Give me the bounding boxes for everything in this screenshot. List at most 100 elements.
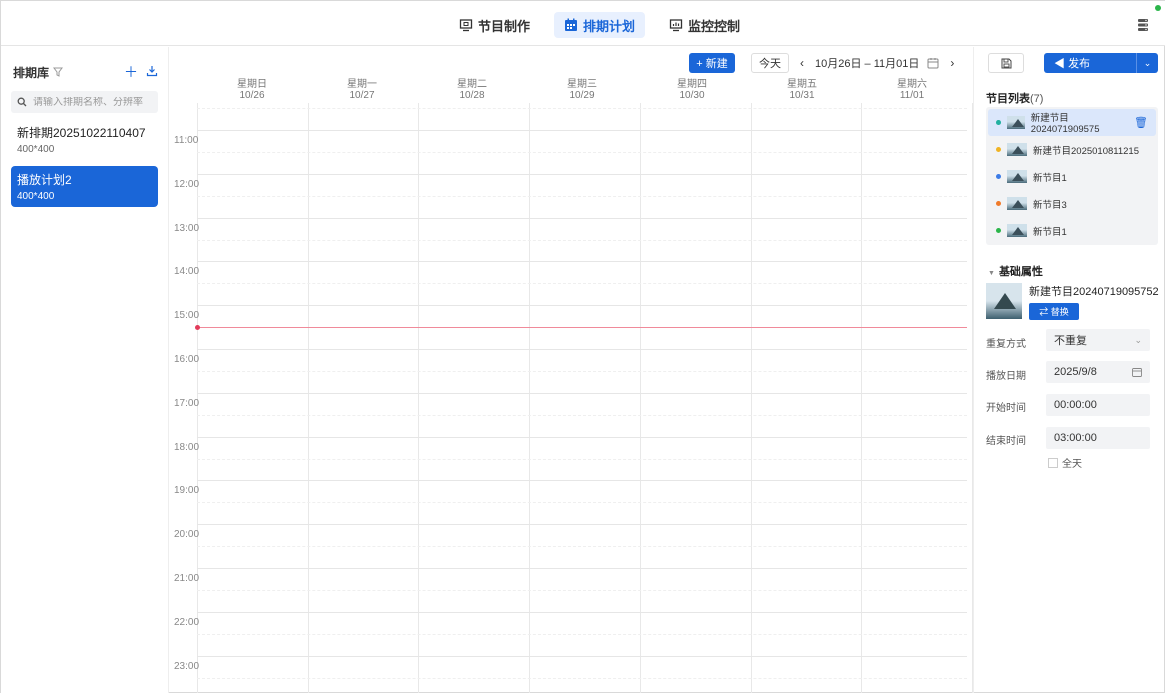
collapse-caret-icon: ▼ [988, 270, 995, 277]
program-count: (7) [1030, 93, 1044, 105]
repeat-mode-select[interactable]: 不重复 ⌄ [1046, 329, 1150, 351]
program-list-item[interactable]: 新节目1 [988, 163, 1156, 190]
half-hour-line [197, 546, 967, 548]
schedule-search[interactable] [11, 91, 158, 113]
hour-line [197, 305, 967, 307]
current-time-dot [195, 325, 200, 331]
day-column-divider [750, 103, 752, 693]
hour-line [197, 130, 967, 131]
repeat-mode-value: 不重复 [1054, 335, 1087, 347]
hour-line [197, 611, 967, 613]
end-time-field[interactable]: 03:00:00 [1046, 427, 1150, 449]
weekday-label: 星期五 [787, 79, 817, 90]
half-hour-line [197, 108, 967, 110]
date-label: 10/28 [459, 90, 485, 101]
day-header: 星期五 10/31 [747, 77, 857, 103]
hour-label: 14:00 [174, 266, 200, 278]
end-time-label: 结束时间 [986, 436, 1026, 447]
program-list-item[interactable]: 新节目1 [988, 217, 1156, 244]
program-thumbnail [986, 283, 1022, 319]
program-name: 新建节目2025010811215 [1033, 145, 1139, 157]
program-list-item[interactable]: 新建节目2025010811215 [988, 136, 1156, 163]
hour-line [197, 568, 967, 569]
weekday-label: 星期六 [897, 79, 927, 90]
half-hour-line [197, 414, 967, 416]
today-button[interactable]: 今天 [751, 53, 789, 73]
weekday-label: 星期四 [677, 79, 707, 90]
save-button[interactable] [988, 53, 1024, 73]
program-name: 新建节目2024071909575 [1030, 113, 1100, 135]
publish-dropdown-button[interactable]: ⌄ [1136, 53, 1158, 73]
hour-label: 13:00 [174, 222, 200, 234]
schedule-name: 新排期20251022110407 [17, 126, 146, 140]
weekday-label: 星期日 [237, 79, 267, 90]
schedule-item-selected[interactable]: 播放计划2 400*400 [11, 166, 158, 207]
hour-line [197, 436, 967, 438]
date-range-nav: ‹ 10月26日 – 11月01日 › [797, 53, 957, 73]
day-column-divider [307, 103, 309, 693]
sidebar-title-text: 排期库 [13, 65, 50, 80]
half-hour-line [197, 370, 967, 372]
new-button[interactable]: + 新建 [689, 53, 735, 73]
weekday-label: 星期二 [457, 79, 487, 90]
hour-label: 19:00 [174, 485, 200, 497]
date-label: 10/29 [569, 90, 595, 101]
search-input[interactable] [33, 96, 153, 108]
time-grid[interactable]: 11:00 12:00 13:00 14:00 15:00 16:00 17:00 18:00… [171, 103, 973, 693]
replace-button[interactable]: ⇄ 替换 [1029, 303, 1079, 320]
date-range-label: 10月26日 – 11月01日 [815, 58, 920, 70]
publish-button[interactable]: ◀ 发布 [1044, 53, 1136, 73]
calendar-icon [565, 18, 578, 31]
play-date-picker[interactable]: 2025/9/8 [1046, 361, 1150, 383]
publish-split-button: ◀ 发布 ⌄ [1044, 53, 1158, 73]
calendar-picker-icon[interactable] [927, 57, 939, 69]
tab-schedule-plan[interactable]: 排期计划 [554, 12, 646, 38]
search-icon [17, 97, 27, 107]
start-time-field[interactable]: 00:00:00 [1046, 394, 1150, 416]
server-menu-icon[interactable] [1136, 17, 1150, 33]
prev-week-button[interactable]: ‹ [797, 56, 807, 70]
hour-label: 20:00 [174, 529, 200, 541]
program-color-dot [996, 120, 1001, 125]
program-thumbnail [1007, 143, 1027, 156]
schedule-name: 播放计划2 [17, 173, 72, 187]
program-name: 新建节目20240719095752 [1029, 286, 1159, 298]
tab-program-production[interactable]: 节目制作 [449, 12, 540, 38]
save-icon [1001, 58, 1011, 68]
checkbox-box[interactable] [1048, 457, 1058, 468]
day-header: 星期日 10/26 [197, 77, 307, 103]
schedule-item[interactable]: 新排期20251022110407 400*400 [11, 119, 158, 160]
tab-monitor-control[interactable]: 监控控制 [659, 12, 750, 38]
program-name: 新节目1 [1033, 226, 1067, 238]
hour-label: 16:00 [174, 354, 200, 365]
next-week-button[interactable]: › [947, 56, 957, 70]
day-header: 星期二 10/28 [417, 77, 527, 103]
main-nav: 节目制作 排期计划 监控控制 [449, 12, 750, 38]
repeat-mode-label: 重复方式 [986, 339, 1026, 350]
date-label: 11/01 [899, 90, 925, 101]
day-header: 星期三 10/29 [527, 77, 637, 103]
filter-icon[interactable] [53, 67, 64, 77]
program-name: 新节目3 [1033, 199, 1067, 211]
basic-properties-header[interactable]: ▼ 基础属性 [988, 263, 1043, 279]
hour-label: 22:00 [174, 616, 200, 628]
day-column-divider [529, 103, 531, 693]
end-time-value: 03:00:00 [1054, 432, 1097, 444]
sidebar-header: 排期库 ＋ [1, 47, 168, 83]
import-icon[interactable] [146, 65, 158, 77]
day-header: 星期一 10/27 [307, 77, 417, 103]
publish-label: 发布 [1068, 58, 1091, 70]
tab-label: 排期计划 [583, 18, 636, 34]
program-list-item[interactable]: 新节目3 [988, 190, 1156, 217]
half-hour-line [197, 502, 967, 504]
day-column-divider [861, 103, 863, 693]
play-date-label: 播放日期 [986, 371, 1026, 382]
hour-line [197, 217, 967, 219]
schedule-resolution: 400*400 [17, 191, 55, 202]
delete-icon[interactable]: 🗑 [1134, 116, 1148, 129]
date-label: 10/31 [789, 90, 815, 101]
add-schedule-icon[interactable]: ＋ [124, 62, 138, 82]
program-list: 新建节目2024071909575 🗑 新建节目2025010811215 新节目1 新… [986, 107, 1158, 245]
program-list-item[interactable]: 新建节目2024071909575 🗑 [988, 109, 1156, 136]
all-day-checkbox[interactable]: 全天 [1048, 455, 1082, 470]
